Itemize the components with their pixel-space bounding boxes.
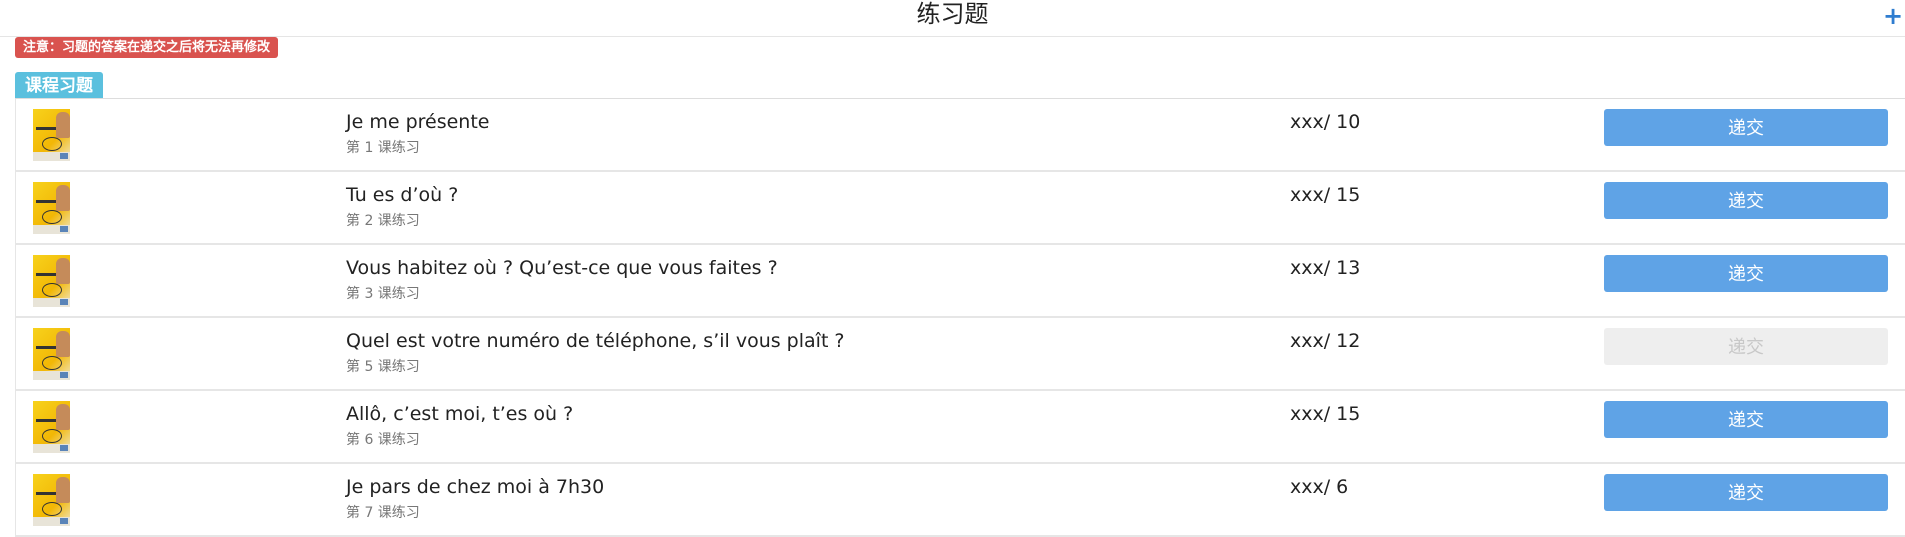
notice-badge: 注意：习题的答案在递交之后将无法再修改 <box>15 37 279 58</box>
book-cover-thumbnail <box>33 474 70 526</box>
book-cover-thumbnail <box>33 328 70 380</box>
book-cover-thumbnail <box>33 109 70 161</box>
submit-button[interactable]: 递交 <box>1604 401 1888 438</box>
exercise-lesson-number: 第 6 课练习 <box>346 432 420 448</box>
exercise-row: Allô, c’est moi, t’es où ? 第 6 课练习 xxx/ … <box>15 391 1905 464</box>
exercise-lesson-number: 第 2 课练习 <box>346 213 420 229</box>
exercise-row: Je me présente 第 1 课练习 xxx/ 10 递交 <box>15 99 1905 172</box>
book-cover-thumbnail <box>33 401 70 453</box>
exercise-row: Vous habitez où ? Qu’est-ce que vous fai… <box>15 245 1905 318</box>
exercise-list: Je me présente 第 1 课练习 xxx/ 10 递交 Tu es … <box>15 98 1905 537</box>
plus-icon[interactable]: + <box>1883 4 1903 28</box>
exercise-lesson-number: 第 3 课练习 <box>346 286 420 302</box>
exercise-score: xxx/ 15 <box>1290 184 1361 206</box>
exercise-score: xxx/ 10 <box>1290 111 1361 133</box>
title-divider <box>0 36 1905 37</box>
exercise-row: Je pars de chez moi à 7h30 第 7 课练习 xxx/ … <box>15 464 1905 537</box>
exercise-row: Quel est votre numéro de téléphone, s’il… <box>15 318 1905 391</box>
exercise-lesson-number: 第 7 课练习 <box>346 505 420 521</box>
exercise-title: Quel est votre numéro de téléphone, s’il… <box>346 330 845 352</box>
exercise-title: Tu es d’où ? <box>346 184 459 206</box>
exercise-title: Je me présente <box>346 111 490 133</box>
exercise-title: Vous habitez où ? Qu’est-ce que vous fai… <box>346 257 778 279</box>
exercise-score: xxx/ 6 <box>1290 476 1349 498</box>
exercise-lesson-number: 第 5 课练习 <box>346 359 420 375</box>
exercise-title: Allô, c’est moi, t’es où ? <box>346 403 574 425</box>
submit-button[interactable]: 递交 <box>1604 109 1888 146</box>
exercise-score: xxx/ 13 <box>1290 257 1361 279</box>
exercise-score: xxx/ 15 <box>1290 403 1361 425</box>
section-tab-course-exercises: 课程习题 <box>15 72 103 98</box>
exercise-score: xxx/ 12 <box>1290 330 1361 352</box>
book-cover-thumbnail <box>33 255 70 307</box>
submit-button[interactable]: 递交 <box>1604 182 1888 219</box>
exercise-lesson-number: 第 1 课练习 <box>346 140 420 156</box>
book-cover-thumbnail <box>33 182 70 234</box>
submit-button-disabled: 递交 <box>1604 328 1888 365</box>
page-title: 练习题 <box>916 0 989 28</box>
exercise-title: Je pars de chez moi à 7h30 <box>346 476 605 498</box>
submit-button[interactable]: 递交 <box>1604 255 1888 292</box>
exercise-row: Tu es d’où ? 第 2 课练习 xxx/ 15 递交 <box>15 172 1905 245</box>
submit-button[interactable]: 递交 <box>1604 474 1888 511</box>
